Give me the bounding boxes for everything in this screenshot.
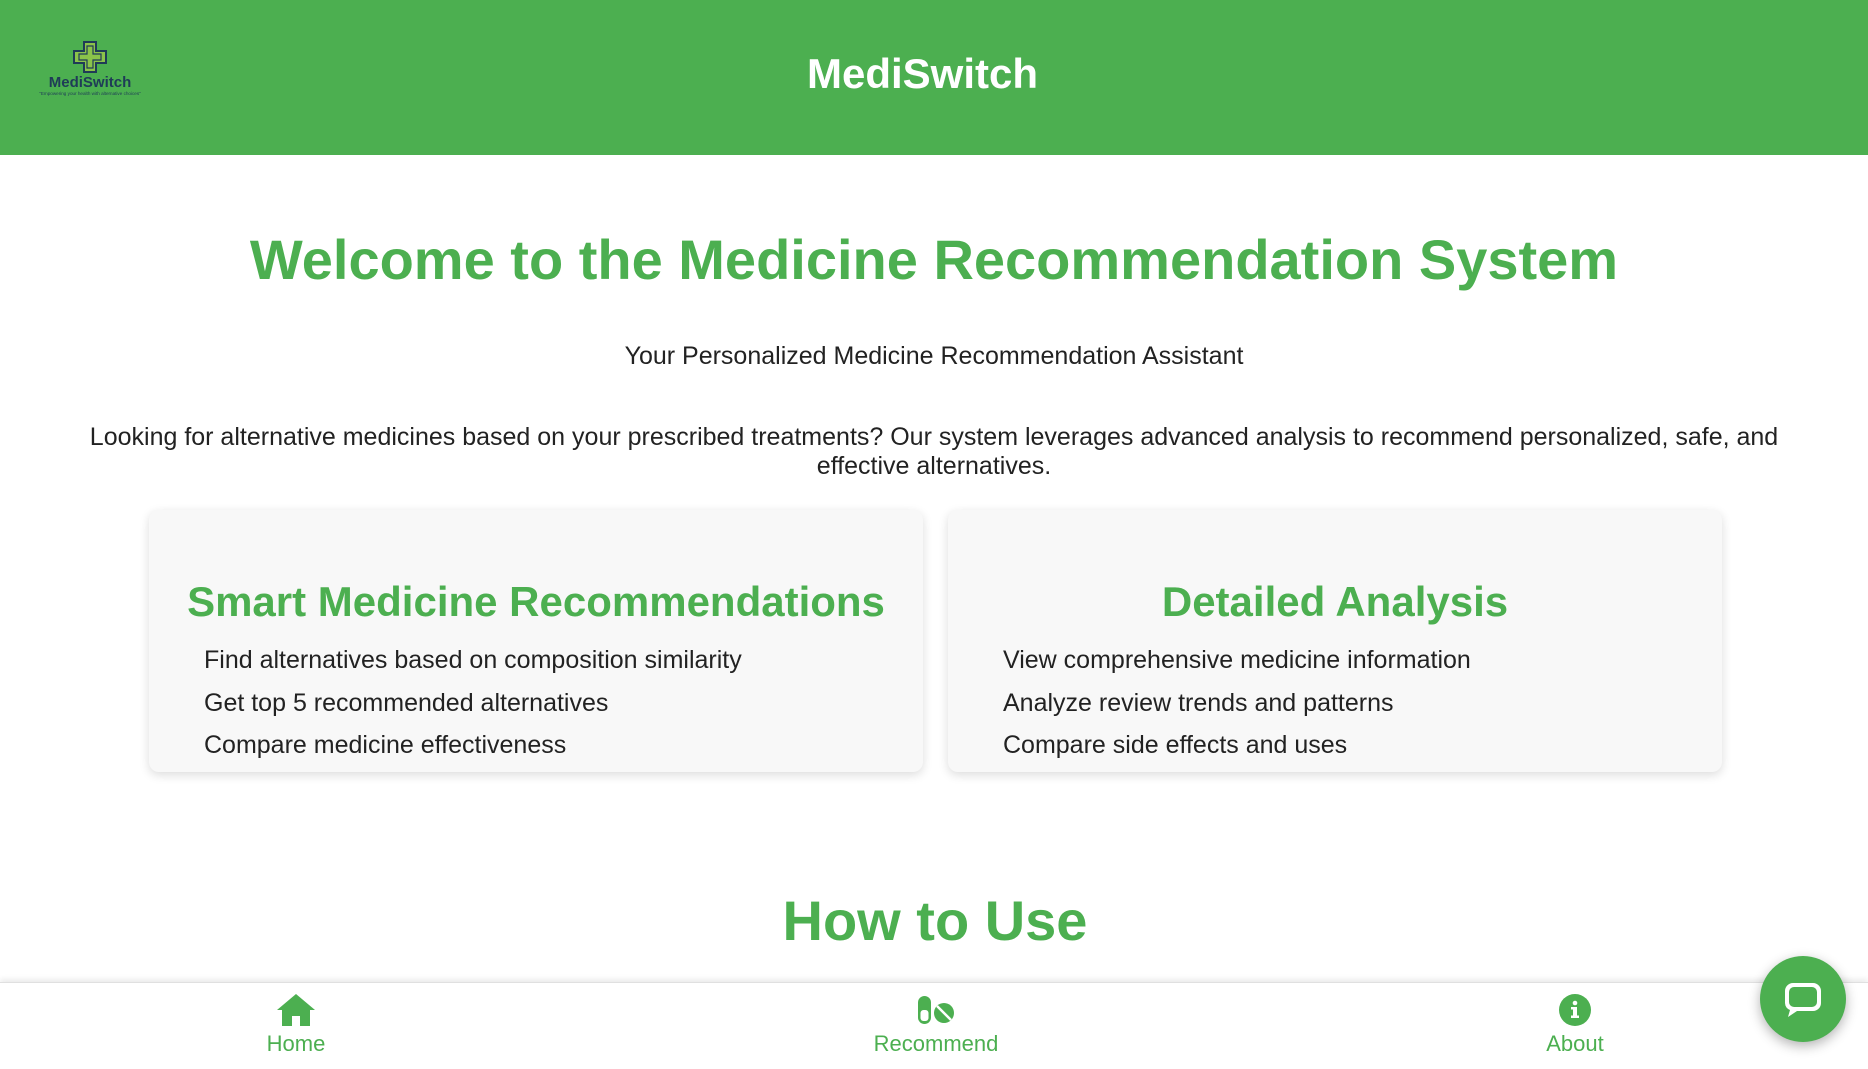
list-item: Analyze review trends and patterns (1003, 688, 1394, 717)
card-title: Smart Medicine Recommendations (187, 578, 885, 625)
how-to-use-heading: How to Use (782, 889, 1088, 952)
nav-about-label: About (1546, 1031, 1604, 1056)
app-title: MediSwitch (806, 50, 1039, 97)
chat-bubble-icon (1785, 983, 1821, 1017)
page-subtitle: Your Personalized Medicine Recommendatio… (624, 342, 1244, 370)
nav-recommend[interactable]: Recommend (836, 993, 1036, 1057)
nav-recommend-label: Recommend (873, 1031, 999, 1056)
feature-list: View comprehensive medicine information … (1003, 645, 1471, 773)
nav-home-label: Home (266, 1031, 326, 1056)
feature-list: Find alternatives based on composition s… (204, 645, 742, 773)
app-header: MediSwitch "Empowering your health with … (0, 0, 1868, 155)
main-content: Welcome to the Medicine Recommendation S… (0, 155, 1868, 982)
list-item: Compare medicine effectiveness (204, 731, 567, 759)
feature-card-analysis: Detailed Analysis View comprehensive med… (948, 510, 1722, 772)
list-item: Find alternatives based on composition s… (204, 646, 742, 674)
welcome-heading: Welcome to the Medicine Recommendation S… (249, 228, 1619, 291)
list-item: Get top 5 recommended alternatives (204, 688, 609, 717)
nav-home[interactable]: Home (196, 993, 396, 1057)
list-item: Compare side effects and uses (1003, 731, 1348, 759)
intro-paragraph: Looking for alternative medicines based … (89, 423, 1779, 480)
chat-button[interactable] (1760, 956, 1846, 1042)
nav-about[interactable]: About (1475, 993, 1675, 1057)
feature-card-recommendations: Smart Medicine Recommendations Find alte… (149, 510, 923, 772)
home-icon (277, 994, 315, 1026)
card-title: Detailed Analysis (1161, 578, 1509, 625)
pills-icon (918, 996, 954, 1024)
bottom-navigation: Home Recommend About (0, 982, 1868, 1069)
list-item: View comprehensive medicine information (1003, 646, 1471, 674)
info-circle-icon (1559, 994, 1591, 1026)
